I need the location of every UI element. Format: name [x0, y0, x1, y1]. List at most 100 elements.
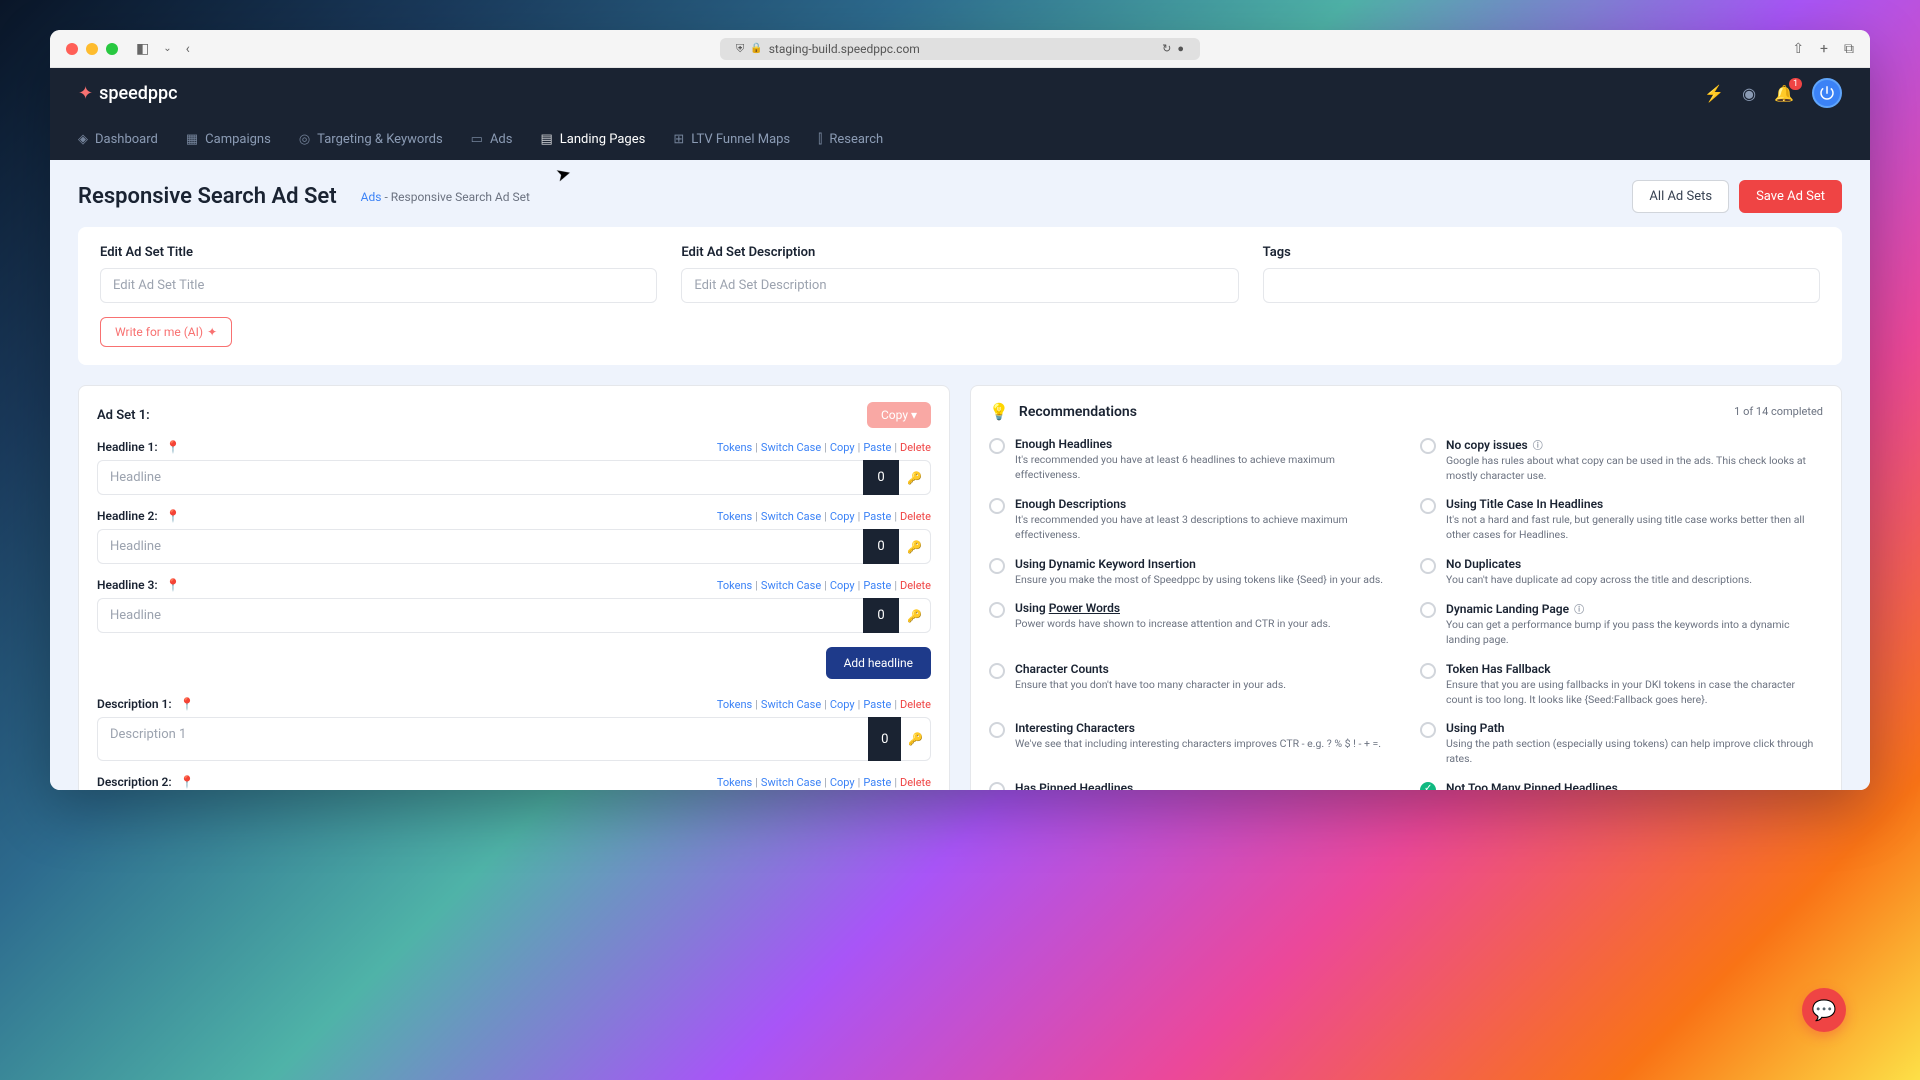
recommendation-desc: Ensure you make the most of Speedppc by …	[1015, 573, 1392, 588]
bell-icon[interactable]: 🔔1	[1774, 84, 1794, 103]
recommendation-desc: Ensure that you don't have too many char…	[1015, 678, 1392, 693]
pin-icon[interactable]: 📍	[180, 697, 195, 711]
tokens-link[interactable]: Tokens	[717, 441, 752, 454]
nav-dashboard[interactable]: ◈Dashboard	[78, 122, 158, 157]
title-label: Edit Ad Set Title	[100, 245, 657, 260]
recommendation-name: Using Power Words	[1015, 601, 1392, 615]
switch-case-link[interactable]: Switch Case	[761, 441, 821, 454]
nav-landing-pages[interactable]: ▤Landing Pages	[540, 122, 645, 157]
switch-case-link[interactable]: Switch Case	[761, 510, 821, 523]
breadcrumb-root[interactable]: Ads	[361, 190, 382, 204]
app-header: ✦ speedppc ⚡ ◉ 🔔1	[50, 68, 1870, 118]
close-window-icon[interactable]	[66, 43, 78, 55]
copy-link[interactable]: Copy	[830, 510, 855, 523]
recommendation-desc: Ensure that you are using fallbacks in y…	[1446, 678, 1823, 707]
tags-input[interactable]	[1263, 268, 1820, 303]
back-icon[interactable]: ‹	[186, 41, 190, 57]
pin-icon[interactable]: 📍	[166, 440, 181, 454]
status-circle-icon	[989, 663, 1005, 679]
sidebar-toggle-icon[interactable]: ◧	[136, 41, 149, 57]
logo[interactable]: ✦ speedppc	[78, 83, 178, 104]
recommendation-name: Interesting Characters	[1015, 721, 1392, 735]
headline-input[interactable]	[97, 598, 863, 633]
notification-badge: 1	[1789, 78, 1802, 90]
paste-link[interactable]: Paste	[863, 698, 891, 711]
copy-link[interactable]: Copy	[830, 776, 855, 789]
tabs-icon[interactable]: ⧉	[1844, 41, 1854, 57]
save-ad-set-button[interactable]: Save Ad Set	[1739, 180, 1842, 213]
delete-link[interactable]: Delete	[900, 698, 931, 711]
paste-link[interactable]: Paste	[863, 579, 891, 592]
tokens-link[interactable]: Tokens	[717, 776, 752, 789]
nav-funnel-maps[interactable]: ⊞LTV Funnel Maps	[673, 122, 790, 157]
tokens-link[interactable]: Tokens	[717, 698, 752, 711]
switch-case-link[interactable]: Switch Case	[761, 698, 821, 711]
copy-link[interactable]: Copy	[830, 441, 855, 454]
nav-targeting[interactable]: ◎Targeting & Keywords	[299, 122, 443, 157]
recommendation-item: Has Pinned Headlines Check to see if it …	[989, 781, 1392, 790]
minimize-window-icon[interactable]	[86, 43, 98, 55]
desc-input[interactable]	[681, 268, 1238, 303]
tokens-link[interactable]: Tokens	[717, 579, 752, 592]
reader-mode-icon[interactable]: ●	[1177, 42, 1184, 55]
headline-label: Headline 2:	[97, 509, 158, 523]
help-icon[interactable]: ◉	[1742, 84, 1756, 103]
char-counter: 0	[868, 717, 901, 761]
recommendation-item: Dynamic Landing Page ⓘ You can get a per…	[1420, 601, 1823, 647]
recommendations-title: Recommendations	[1019, 404, 1137, 420]
status-circle-icon	[1420, 438, 1436, 454]
delete-link[interactable]: Delete	[900, 510, 931, 523]
delete-link[interactable]: Delete	[900, 441, 931, 454]
tokens-link[interactable]: Tokens	[717, 510, 752, 523]
paste-link[interactable]: Paste	[863, 510, 891, 523]
title-input[interactable]	[100, 268, 657, 303]
recommendation-desc: It's not a hard and fast rule, but gener…	[1446, 513, 1823, 542]
nav-ads[interactable]: ▭Ads	[471, 122, 513, 157]
recommendation-desc: It's recommended you have at least 3 des…	[1015, 513, 1392, 542]
copy-link[interactable]: Copy	[830, 579, 855, 592]
recommendation-name: Not Too Many Pinned Headlines	[1446, 781, 1823, 790]
lock-icon[interactable]: 🔑	[899, 598, 931, 633]
headline-input[interactable]	[97, 529, 863, 564]
char-counter: 0	[863, 460, 899, 495]
switch-case-link[interactable]: Switch Case	[761, 776, 821, 789]
recommendation-name: Character Counts	[1015, 662, 1392, 676]
power-icon	[1818, 84, 1836, 102]
all-ad-sets-button[interactable]: All Ad Sets	[1632, 180, 1729, 213]
dropdown-icon[interactable]: ⌄	[163, 43, 171, 54]
status-circle-icon	[989, 498, 1005, 514]
delete-link[interactable]: Delete	[900, 776, 931, 789]
add-headline-button[interactable]: Add headline	[826, 647, 931, 679]
recommendation-desc: You can get a performance bump if you pa…	[1446, 618, 1823, 647]
share-icon[interactable]: ⇧	[1792, 41, 1804, 57]
delete-link[interactable]: Delete	[900, 579, 931, 592]
recommendation-desc: We've see that including interesting cha…	[1015, 737, 1392, 752]
bolt-icon[interactable]: ⚡	[1704, 84, 1724, 103]
paste-link[interactable]: Paste	[863, 441, 891, 454]
avatar[interactable]	[1812, 78, 1842, 108]
status-circle-icon	[989, 558, 1005, 574]
pin-icon[interactable]: 📍	[166, 509, 181, 523]
write-for-me-button[interactable]: Write for me (AI) ✦	[100, 317, 232, 347]
address-bar[interactable]: ⛨ 🔒 staging-build.speedppc.com ↻ ●	[720, 38, 1200, 60]
description-input[interactable]	[97, 717, 868, 761]
lock-icon[interactable]: 🔑	[899, 460, 931, 495]
headline-field: Headline 1: 📍 Tokens|Switch Case|Copy|Pa…	[97, 440, 931, 495]
breadcrumb-leaf: Responsive Search Ad Set	[391, 190, 530, 204]
pin-icon[interactable]: 📍	[180, 775, 195, 789]
copy-link[interactable]: Copy	[830, 698, 855, 711]
paste-link[interactable]: Paste	[863, 776, 891, 789]
switch-case-link[interactable]: Switch Case	[761, 579, 821, 592]
lock-icon[interactable]: 🔑	[901, 717, 931, 761]
nav-campaigns[interactable]: ▦Campaigns	[186, 122, 271, 157]
headline-input[interactable]	[97, 460, 863, 495]
maximize-window-icon[interactable]	[106, 43, 118, 55]
help-fab[interactable]: 💬	[1802, 988, 1846, 1032]
new-tab-icon[interactable]: +	[1820, 41, 1828, 57]
reader-icon[interactable]: ↻	[1162, 42, 1171, 55]
lock-icon[interactable]: 🔑	[899, 529, 931, 564]
recommendation-item: No Duplicates You can't have duplicate a…	[1420, 557, 1823, 588]
pin-icon[interactable]: 📍	[166, 578, 181, 592]
nav-research[interactable]: ⫿Research	[818, 122, 883, 157]
copy-adset-button[interactable]: Copy ▾	[867, 402, 931, 428]
